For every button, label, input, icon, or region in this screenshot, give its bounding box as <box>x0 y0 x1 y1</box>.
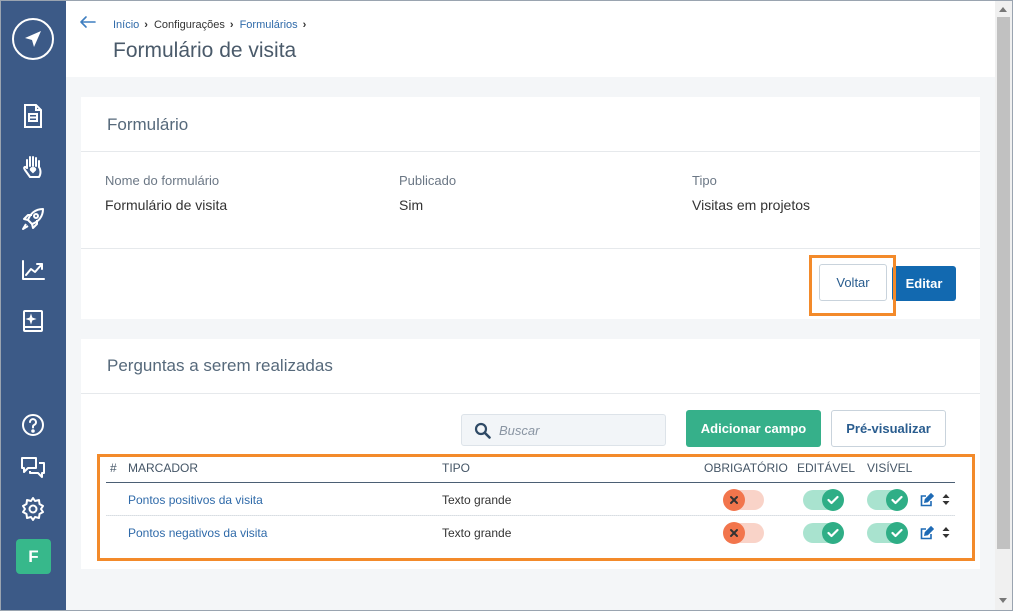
scroll-down-icon[interactable] <box>999 598 1007 603</box>
document-icon[interactable] <box>19 102 47 130</box>
edit-icon[interactable] <box>920 525 935 545</box>
field-label-name: Nome do formulário <box>105 173 220 188</box>
field-value-type: Visitas em projetos <box>692 197 811 213</box>
breadcrumb: Início › Configurações › Formulários › <box>113 19 312 31</box>
type-cell: Texto grande <box>442 526 512 540</box>
page-title: Formulário de visita <box>113 39 297 62</box>
column-header-marker[interactable]: MARCADOR <box>128 461 198 475</box>
editable-toggle[interactable] <box>803 522 844 544</box>
help-icon[interactable] <box>19 411 47 439</box>
back-button[interactable]: Voltar <box>819 264 887 301</box>
marker-link[interactable]: Pontos negativos da visita <box>128 526 267 540</box>
required-toggle[interactable] <box>723 489 764 511</box>
settings-icon[interactable] <box>19 495 47 523</box>
close-icon <box>723 489 745 511</box>
scrollbar[interactable] <box>995 0 1013 611</box>
sort-icon[interactable] <box>942 526 950 544</box>
search-input[interactable] <box>499 422 659 438</box>
hand-heart-icon[interactable] <box>19 153 47 181</box>
breadcrumb-separator-icon: › <box>229 19 234 31</box>
check-icon <box>886 522 908 544</box>
required-toggle[interactable] <box>723 522 764 544</box>
sidebar: F <box>0 0 66 611</box>
visible-toggle[interactable] <box>867 522 908 544</box>
breadcrumb-separator-icon: › <box>302 19 307 31</box>
field-value-published: Sim <box>399 197 424 213</box>
scroll-thumb[interactable] <box>997 17 1010 549</box>
divider <box>81 248 980 249</box>
table-header-divider <box>106 482 955 483</box>
main-content: Início › Configurações › Formulários › F… <box>66 0 995 611</box>
breadcrumb-home[interactable]: Início <box>113 19 139 31</box>
preview-button[interactable]: Pré-visualizar <box>831 410 946 447</box>
column-header-type[interactable]: TIPO <box>442 461 470 475</box>
page-header: Início › Configurações › Formulários › F… <box>66 0 995 77</box>
visible-toggle[interactable] <box>867 489 908 511</box>
check-icon <box>886 489 908 511</box>
edit-icon[interactable] <box>920 492 935 512</box>
check-icon <box>822 522 844 544</box>
column-header-required: OBRIGATÓRIO <box>704 461 788 475</box>
breadcrumb-separator-icon: › <box>144 19 148 31</box>
check-icon <box>822 489 844 511</box>
row-divider <box>106 515 955 516</box>
column-header-index: # <box>110 461 117 475</box>
type-cell: Texto grande <box>442 493 512 507</box>
breadcrumb-settings[interactable]: Configurações <box>154 19 225 31</box>
divider <box>81 393 980 394</box>
card-title: Perguntas a serem realizadas <box>107 356 333 375</box>
column-header-visible: VISÍVEL <box>867 461 913 475</box>
field-label-type: Tipo <box>692 173 717 188</box>
chat-icon[interactable] <box>19 453 47 481</box>
search-icon <box>474 422 491 439</box>
sort-icon[interactable] <box>942 493 950 511</box>
navigation-logo-icon[interactable] <box>12 18 54 60</box>
card-title: Formulário <box>107 115 189 134</box>
breadcrumb-forms[interactable]: Formulários <box>240 19 298 31</box>
trending-chart-icon[interactable] <box>19 256 47 284</box>
form-details-card: Formulário Nome do formulário Formulário… <box>81 97 980 319</box>
sparkle-book-icon[interactable] <box>19 307 47 335</box>
field-value-name: Formulário de visita <box>105 197 228 213</box>
field-label-published: Publicado <box>399 173 457 188</box>
avatar-initial: F <box>28 546 39 566</box>
search-box <box>461 414 666 446</box>
add-field-button[interactable]: Adicionar campo <box>686 410 821 447</box>
close-icon <box>723 522 745 544</box>
marker-link[interactable]: Pontos positivos da visita <box>128 493 263 507</box>
divider <box>81 151 980 152</box>
column-header-editable: EDITÁVEL <box>797 461 856 475</box>
editable-toggle[interactable] <box>803 489 844 511</box>
edit-button[interactable]: Editar <box>892 266 956 301</box>
questions-card: Perguntas a serem realizadas Adicionar c… <box>81 339 980 569</box>
back-arrow-icon[interactable] <box>79 14 97 30</box>
scroll-up-icon[interactable] <box>999 7 1007 12</box>
rocket-icon[interactable] <box>19 205 47 233</box>
avatar[interactable]: F <box>16 539 51 574</box>
